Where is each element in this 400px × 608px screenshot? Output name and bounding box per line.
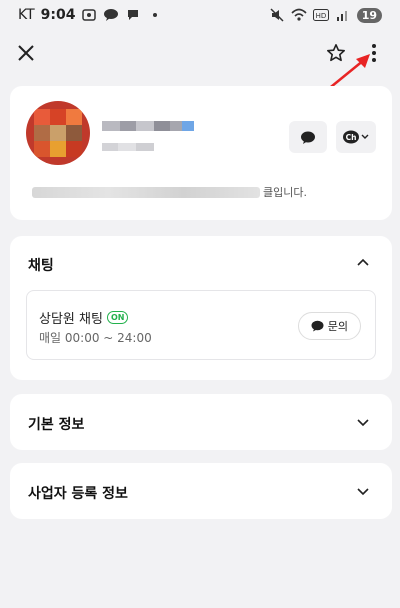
- status-badge: ON: [106, 311, 129, 324]
- basic-info-title: 기본 정보: [28, 417, 85, 433]
- description-blurred: [32, 186, 260, 198]
- channel-add-button[interactable]: Ch: [336, 121, 376, 153]
- clock: 9:04: [40, 7, 76, 23]
- star-icon: [327, 44, 345, 62]
- close-button[interactable]: [14, 41, 38, 65]
- screenshot-icon: [81, 7, 97, 23]
- favorite-button[interactable]: [324, 41, 348, 65]
- description-suffix: 클입니다.: [263, 186, 307, 199]
- channel-avatar[interactable]: [26, 101, 90, 165]
- mute-icon: [269, 7, 285, 23]
- chat-section-title: 채팅: [28, 258, 54, 274]
- chevron-up-icon[interactable]: [356, 255, 370, 269]
- chat-channel-name: 상담원 채팅: [39, 312, 103, 327]
- carrier-label: KT: [18, 7, 35, 23]
- chat-section: 채팅 상담원 채팅 ON 매일 00:00 ~ 24:00 문의: [10, 236, 392, 380]
- chat-hours: 매일 00:00 ~ 24:00: [39, 331, 152, 345]
- svg-text:Ch: Ch: [346, 133, 357, 142]
- status-bar: KT 9:04 HD 19: [0, 0, 400, 30]
- basic-info-section[interactable]: 기본 정보: [10, 394, 392, 450]
- svg-text:HD: HD: [315, 12, 326, 20]
- inquire-button[interactable]: 문의: [297, 312, 361, 340]
- chat-channel-title: 상담원 채팅 ON: [39, 308, 129, 327]
- business-info-title: 사업자 등록 정보: [28, 486, 128, 502]
- battery-badge: 19: [356, 7, 382, 23]
- hd-icon: HD: [312, 7, 329, 23]
- more-options-button[interactable]: [362, 41, 386, 65]
- chat-channel-item: 상담원 채팅 ON 매일 00:00 ~ 24:00 문의: [26, 290, 376, 360]
- channel-icon: Ch: [343, 130, 369, 144]
- signal-icon: [335, 7, 351, 23]
- chevron-down-icon[interactable]: [356, 484, 370, 498]
- wifi-icon: [291, 7, 307, 23]
- message-icon: [125, 7, 141, 23]
- chat-bubble-icon: [311, 320, 324, 332]
- inquire-label: 문의: [327, 320, 348, 333]
- app-bar: [0, 30, 400, 76]
- channel-name-blurred: [102, 121, 194, 151]
- profile-card: Ch 클입니다.: [10, 86, 392, 220]
- close-icon: [18, 45, 34, 61]
- chat-bubble-icon: [301, 131, 315, 144]
- chevron-down-icon[interactable]: [356, 415, 370, 429]
- profile-actions: Ch: [289, 121, 376, 153]
- more-vertical-icon: [372, 44, 376, 62]
- talk-icon: [103, 7, 119, 23]
- business-info-section[interactable]: 사업자 등록 정보: [10, 463, 392, 519]
- chat-button[interactable]: [289, 121, 327, 153]
- channel-description: 클입니다.: [32, 184, 307, 200]
- dot-icon: [147, 7, 163, 23]
